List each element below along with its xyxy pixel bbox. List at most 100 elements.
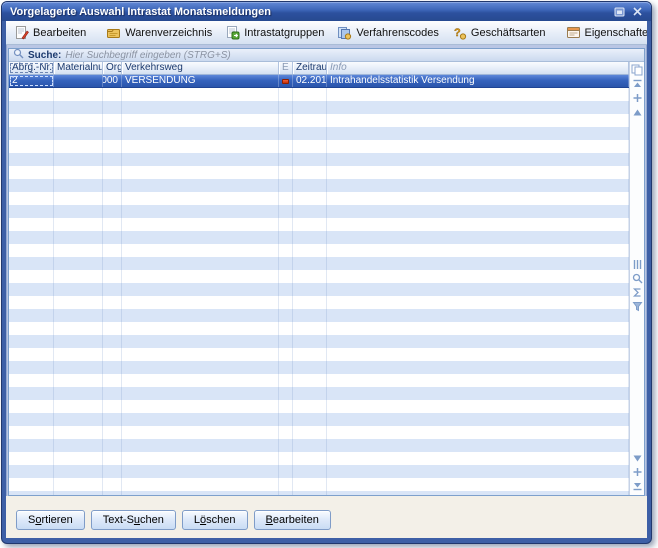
business-types-icon: ? bbox=[452, 25, 467, 40]
toolbar: Bearbeiten Warenverzeichnis Intrastatgru… bbox=[6, 21, 647, 45]
row-up-icon[interactable] bbox=[631, 106, 644, 118]
toolbar-button-label: Warenverzeichnis bbox=[125, 26, 213, 39]
table-empty-row bbox=[9, 88, 629, 101]
page-up-icon[interactable] bbox=[631, 92, 644, 104]
table-empty-row bbox=[9, 387, 629, 400]
toolbar-button-geschaeftsarten[interactable]: ? Geschäftsarten bbox=[447, 22, 553, 43]
table-empty-row bbox=[9, 140, 629, 153]
toolbar-button-label: Geschäftsarten bbox=[470, 26, 546, 39]
cell-abrg-nr[interactable]: 2 bbox=[9, 75, 54, 87]
close-icon bbox=[633, 7, 642, 16]
scroll-to-top-icon[interactable] bbox=[631, 78, 644, 90]
toolbar-button-label: Bearbeiten bbox=[33, 26, 87, 39]
table-row-selected[interactable]: 2 000 VERSENDUNG 02.2014 Intrahandelssta… bbox=[9, 75, 629, 88]
cell-e-status[interactable] bbox=[279, 75, 293, 87]
toolbar-button-label: Verfahrenscodes bbox=[356, 26, 439, 39]
restore-button[interactable] bbox=[612, 5, 627, 18]
toolbar-button-intrastatgruppen[interactable]: Intrastatgruppen bbox=[220, 22, 331, 43]
cell-info[interactable]: Intrahandelsstatistik Versendung bbox=[327, 75, 629, 87]
table-empty-row bbox=[9, 374, 629, 387]
toolbar-button-warenverzeichnis[interactable]: Warenverzeichnis bbox=[101, 22, 219, 43]
toolbar-button-verfahrenscodes[interactable]: Verfahrenscodes bbox=[332, 22, 446, 43]
table-empty-row bbox=[9, 153, 629, 166]
table-filler-rows bbox=[9, 88, 629, 495]
table-empty-row bbox=[9, 478, 629, 491]
table-empty-row bbox=[9, 491, 629, 495]
table-empty-row bbox=[9, 283, 629, 296]
table-empty-row bbox=[9, 114, 629, 127]
cell-verkehrsweg[interactable]: VERSENDUNG bbox=[122, 75, 279, 87]
toolbar-button-eigenschaften[interactable]: Eigenschaften bbox=[561, 22, 647, 43]
search-label: Suche: bbox=[28, 49, 62, 61]
column-header-e[interactable]: E bbox=[279, 62, 293, 74]
dialog-window: Vorgelagerte Auswahl Intrastat Monatsmel… bbox=[1, 1, 652, 544]
cell-zeitraum[interactable]: 02.2014 bbox=[293, 75, 327, 87]
search-placeholder: Hier Suchbegriff eingeben (STRG+S) bbox=[65, 49, 231, 61]
properties-icon bbox=[566, 25, 581, 40]
footer-bar: Sortieren Text-Suchen Löschen Bearbeiten bbox=[6, 496, 647, 538]
client-area: Bearbeiten Warenverzeichnis Intrastatgru… bbox=[6, 21, 647, 538]
column-header-zeitraum[interactable]: Zeitraum bbox=[293, 62, 327, 74]
table-empty-row bbox=[9, 205, 629, 218]
sum-icon[interactable] bbox=[631, 286, 644, 298]
column-header-verkehrsweg[interactable]: Verkehrsweg bbox=[122, 62, 279, 74]
edit-icon bbox=[14, 25, 29, 40]
table-panel: Suche: Hier Suchbegriff eingeben (STRG+S… bbox=[8, 48, 645, 496]
table-empty-row bbox=[9, 361, 629, 374]
table-empty-row bbox=[9, 127, 629, 140]
table-header: Abrg.-Nr. Materialnummer Org Verkehrsweg… bbox=[9, 62, 629, 75]
text-suchen-button[interactable]: Text-Suchen bbox=[90, 510, 176, 530]
copy-icon[interactable] bbox=[631, 64, 644, 76]
bearbeiten-button[interactable]: Bearbeiten bbox=[253, 510, 331, 530]
side-icon-strip bbox=[629, 62, 644, 495]
column-header-abrg-nr[interactable]: Abrg.-Nr. bbox=[9, 62, 54, 74]
table-empty-row bbox=[9, 270, 629, 283]
column-header-org[interactable]: Org bbox=[103, 62, 122, 74]
table-empty-row bbox=[9, 244, 629, 257]
table-empty-row bbox=[9, 166, 629, 179]
table-empty-row bbox=[9, 257, 629, 270]
search-icon bbox=[13, 49, 24, 62]
close-button[interactable] bbox=[630, 5, 645, 18]
table-empty-row bbox=[9, 465, 629, 478]
cell-org[interactable]: 000 bbox=[103, 75, 122, 87]
table-empty-row bbox=[9, 179, 629, 192]
table-empty-row bbox=[9, 192, 629, 205]
loeschen-button[interactable]: Löschen bbox=[181, 510, 248, 530]
sortieren-button[interactable]: Sortieren bbox=[16, 510, 85, 530]
table-empty-row bbox=[9, 296, 629, 309]
title-bar: Vorgelagerte Auswahl Intrastat Monatsmel… bbox=[2, 2, 651, 21]
intrastat-groups-icon bbox=[225, 25, 240, 40]
row-down-icon[interactable] bbox=[631, 452, 644, 464]
table-empty-row bbox=[9, 218, 629, 231]
svg-text:?: ? bbox=[454, 27, 461, 39]
table-empty-row bbox=[9, 452, 629, 465]
table-empty-row bbox=[9, 335, 629, 348]
goods-catalog-icon bbox=[106, 25, 121, 40]
table-empty-row bbox=[9, 413, 629, 426]
table-empty-row bbox=[9, 322, 629, 335]
table-empty-row bbox=[9, 101, 629, 114]
search-bar[interactable]: Suche: Hier Suchbegriff eingeben (STRG+S… bbox=[9, 49, 644, 62]
column-header-info[interactable]: Info bbox=[327, 62, 629, 74]
window-title: Vorgelagerte Auswahl Intrastat Monatsmel… bbox=[10, 5, 271, 18]
restore-icon bbox=[614, 7, 625, 17]
zoom-icon[interactable] bbox=[631, 272, 644, 284]
procedure-codes-icon bbox=[337, 25, 352, 40]
toolbar-button-label: Eigenschaften bbox=[584, 26, 647, 39]
columns-icon[interactable] bbox=[631, 258, 644, 270]
red-flag-icon bbox=[282, 78, 289, 84]
page-down-icon[interactable] bbox=[631, 466, 644, 478]
cell-materialnummer[interactable] bbox=[54, 75, 103, 87]
table-empty-row bbox=[9, 309, 629, 322]
table-empty-row bbox=[9, 231, 629, 244]
toolbar-button-bearbeiten[interactable]: Bearbeiten bbox=[9, 22, 93, 43]
table-empty-row bbox=[9, 348, 629, 361]
toolbar-button-label: Intrastatgruppen bbox=[244, 26, 325, 39]
column-header-materialnummer[interactable]: Materialnummer bbox=[54, 62, 103, 74]
filter-icon[interactable] bbox=[631, 300, 644, 312]
table-empty-row bbox=[9, 400, 629, 413]
table-empty-row bbox=[9, 426, 629, 439]
scroll-to-bottom-icon[interactable] bbox=[631, 480, 644, 492]
table-empty-row bbox=[9, 439, 629, 452]
